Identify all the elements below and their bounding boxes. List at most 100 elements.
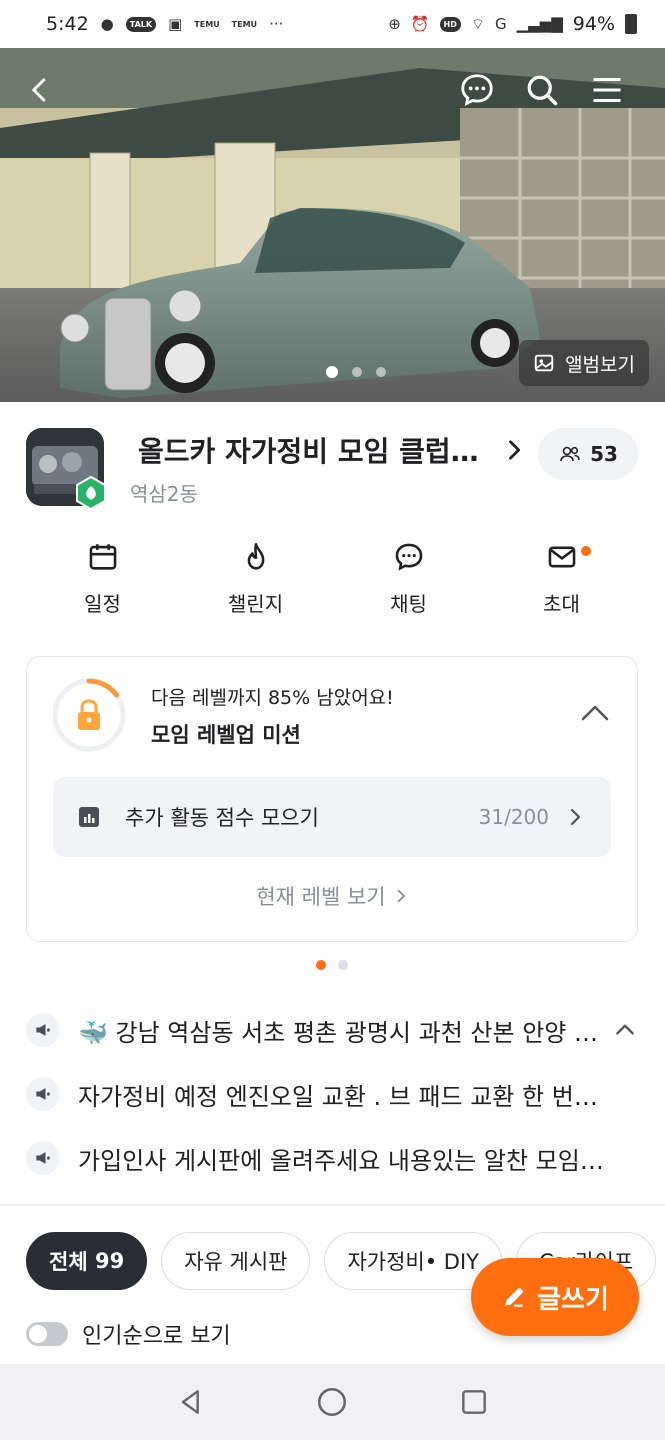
pencil-icon (505, 1288, 523, 1307)
notice-item[interactable]: 자가정비 예정 엔진오일 교환 . 브 패드 교환 한 번에 모여서 (26, 1074, 638, 1114)
level-mission-card: 다음 레벨까지 85% 남았어요! 모임 레벨업 미션 추가 활동 점수 모으기… (26, 656, 638, 942)
status-overflow: ··· (269, 15, 284, 33)
quick-action-label: 채팅 (390, 592, 427, 616)
image-notification-icon: ▣ (168, 15, 183, 33)
search-button[interactable] (520, 68, 564, 112)
nav-recents-button[interactable] (454, 1382, 494, 1422)
battery-percent: 94% (572, 13, 615, 35)
member-count: 53 (590, 442, 618, 466)
chat-button[interactable] (455, 68, 499, 112)
status-time: 5:42 (46, 13, 89, 35)
album-view-button[interactable]: 앨범보기 (519, 340, 649, 386)
chevron-right-icon[interactable] (500, 436, 528, 464)
status-right: ⊕ ⏰ HD ⌔ G ▁▃▅▇ 94% (388, 13, 637, 35)
pagination-dot (326, 366, 338, 378)
hero-pagination (326, 366, 386, 378)
triangle-back-icon (181, 1390, 199, 1414)
square-recents-icon (462, 1390, 487, 1414)
popular-sort-label: 인기순으로 보기 (82, 1324, 231, 1349)
hd-icon: HD (439, 16, 461, 32)
hamburger-menu-icon (593, 78, 621, 102)
section-divider (0, 1204, 665, 1206)
megaphone-icon (26, 1013, 60, 1047)
current-level-link[interactable]: 현재 레벨 보기 (27, 881, 639, 911)
chevron-right-icon (570, 808, 581, 826)
wifi-icon: ⌔ (470, 14, 485, 33)
level-mission-title: 모임 레벨업 미션 (151, 723, 301, 747)
notice-text: 🐳 강남 역삼동 서초 평촌 광명시 과천 산본 안양 의왕 수원 (78, 1018, 598, 1047)
chat-icon (395, 543, 422, 571)
notice-item[interactable]: 가입인사 게시판에 올려주세요 내용있는 알찬 모임을 위해서 (26, 1138, 638, 1178)
calendar-icon (89, 544, 116, 570)
toggle-knob (29, 1325, 47, 1343)
tab-label: 자유 게시판 (184, 1250, 288, 1274)
level-progress-text: 다음 레벨까지 85% 남았어요! (151, 687, 394, 709)
quick-action-schedule[interactable]: 일정 (26, 540, 179, 630)
cover-photo[interactable]: 앨범보기 (0, 48, 665, 402)
mission-count: 31/200 (478, 805, 549, 829)
pagination-dot (376, 367, 386, 377)
back-button[interactable] (18, 68, 62, 112)
tab-count: 99 (94, 1249, 125, 1273)
back-arrow-icon (32, 78, 46, 102)
bug-icon: ● (100, 15, 114, 33)
quick-action-label: 초대 (543, 592, 580, 616)
tab-label: 자가정비• DIY (347, 1250, 480, 1274)
card-pagination (316, 960, 348, 970)
chevron-up-icon[interactable] (577, 699, 613, 727)
status-left: 5:42 ● TALK ▣ TEMU TEMU ··· (46, 13, 388, 35)
search-icon (527, 75, 558, 106)
mail-icon (548, 546, 575, 568)
system-nav-bar (0, 1364, 665, 1440)
leaf-badge-icon (76, 475, 106, 511)
notice-item[interactable]: 🐳 강남 역삼동 서초 평촌 광명시 과천 산본 안양 의왕 수원 (26, 1010, 638, 1050)
alarm-icon: ⏰ (410, 15, 430, 33)
signal-label: G (494, 15, 507, 33)
current-level-label: 현재 레벨 보기 (256, 885, 386, 909)
chevron-up-icon[interactable] (612, 1016, 638, 1042)
pagination-dot (316, 960, 326, 970)
write-post-button[interactable]: 글쓰기 (471, 1258, 639, 1336)
signal-icon: ▁▃▅▇ (516, 15, 563, 33)
popular-sort-toggle[interactable] (26, 1322, 68, 1346)
menu-button[interactable] (585, 68, 629, 112)
battery-icon (625, 14, 637, 34)
data-saver-icon: ⊕ (388, 15, 401, 33)
talk-badge-icon: TALK (125, 16, 157, 32)
club-location: 역삼2동 (130, 482, 198, 506)
megaphone-icon (26, 1141, 60, 1175)
status-bar: 5:42 ● TALK ▣ TEMU TEMU ··· ⊕ ⏰ HD ⌔ G ▁… (0, 0, 665, 48)
quick-action-challenge[interactable]: 챌린지 (179, 540, 332, 630)
megaphone-icon (26, 1077, 60, 1111)
notification-dot (581, 546, 591, 556)
lock-icon (78, 699, 100, 730)
member-count-button[interactable]: 53 (538, 428, 638, 480)
quick-actions: 일정 챌린지 채팅 초대 (26, 540, 638, 630)
notice-text: 자가정비 예정 엔진오일 교환 . 브 패드 교환 한 번에 모여서 (78, 1082, 608, 1111)
pagination-dot (338, 960, 348, 970)
nav-home-button[interactable] (312, 1382, 352, 1422)
quick-action-label: 챌린지 (227, 592, 284, 616)
club-level-badge (74, 475, 108, 511)
album-view-label: 앨범보기 (565, 353, 635, 376)
write-post-label: 글쓰기 (537, 1284, 609, 1315)
mission-item[interactable]: 추가 활동 점수 모으기 31/200 (53, 777, 611, 857)
popular-sort-row: 인기순으로 보기 (26, 1318, 231, 1350)
pagination-dot (352, 367, 362, 377)
temu-icon-2: TEMU (231, 19, 258, 29)
mission-label: 추가 활동 점수 모으기 (125, 806, 319, 830)
nav-back-button[interactable] (171, 1382, 211, 1422)
club-title[interactable]: 올드카 자가정비 모임 클럽 JSON (138, 430, 488, 470)
level-progress-ring (52, 678, 126, 752)
quick-action-invite[interactable]: 초대 (485, 540, 638, 630)
tab-label: 전체 (49, 1250, 88, 1274)
tab-all[interactable]: 전체 99 (26, 1232, 148, 1290)
quick-action-chat[interactable]: 채팅 (332, 540, 485, 630)
quick-action-label: 일정 (84, 592, 121, 616)
tab-free-board[interactable]: 자유 게시판 (161, 1232, 311, 1290)
members-icon (560, 446, 580, 462)
chevron-right-icon (397, 889, 405, 903)
flame-icon (247, 542, 264, 570)
notice-text: 가입인사 게시판에 올려주세요 내용있는 알찬 모임을 위해서 (78, 1146, 608, 1175)
bar-chart-icon (79, 807, 99, 827)
